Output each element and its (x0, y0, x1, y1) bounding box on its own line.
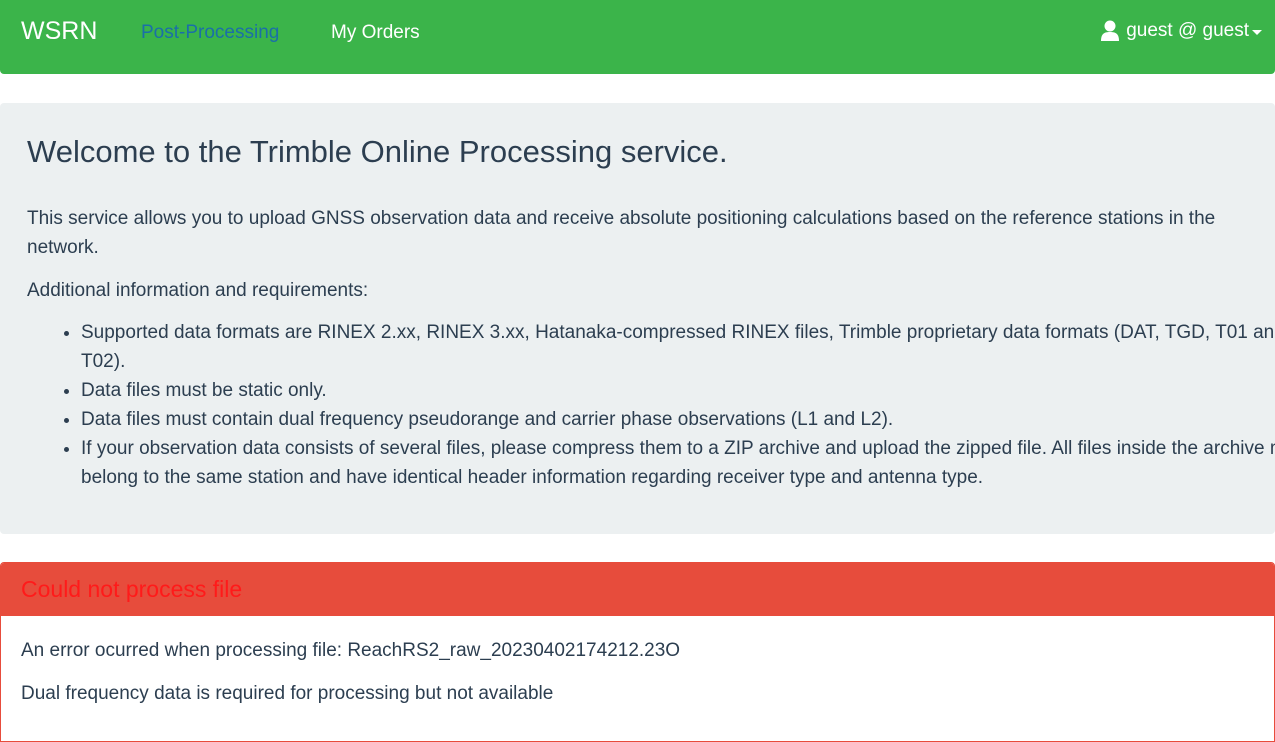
list-item: If your observation data consists of sev… (81, 434, 1275, 492)
error-panel: Could not process file An error ocurred … (0, 562, 1275, 742)
user-icon (1100, 20, 1120, 42)
page-title: Welcome to the Trimble Online Processing… (27, 134, 728, 169)
error-panel-heading: Could not process file (1, 563, 1274, 616)
error-message: An error ocurred when processing file: R… (21, 640, 681, 661)
requirements-list: Supported data formats are RINEX 2.xx, R… (27, 318, 1275, 492)
nav-my-orders[interactable]: My Orders (331, 22, 420, 44)
top-navbar: WSRN Post-Processing My Orders guest @ g… (0, 0, 1275, 74)
user-label: guest @ guest (1126, 20, 1249, 41)
error-title: Could not process file (21, 576, 243, 602)
intro-text: This service allows you to upload GNSS o… (27, 208, 1216, 258)
list-item: Data files must be static only. (81, 376, 1275, 405)
requirements-heading: Additional information and requirements: (27, 280, 369, 301)
error-panel-body: An error ocurred when processing file: R… (1, 616, 1274, 742)
user-menu-dropdown[interactable]: guest @ guest (1100, 20, 1262, 42)
error-detail: Dual frequency data is required for proc… (21, 683, 554, 704)
list-item: Data files must contain dual frequency p… (81, 405, 1275, 434)
nav-post-processing[interactable]: Post-Processing (141, 22, 279, 44)
brand-link[interactable]: WSRN (21, 17, 97, 46)
welcome-jumbotron: Welcome to the Trimble Online Processing… (0, 103, 1275, 534)
caret-down-icon (1252, 30, 1262, 35)
list-item: Supported data formats are RINEX 2.xx, R… (81, 318, 1275, 376)
